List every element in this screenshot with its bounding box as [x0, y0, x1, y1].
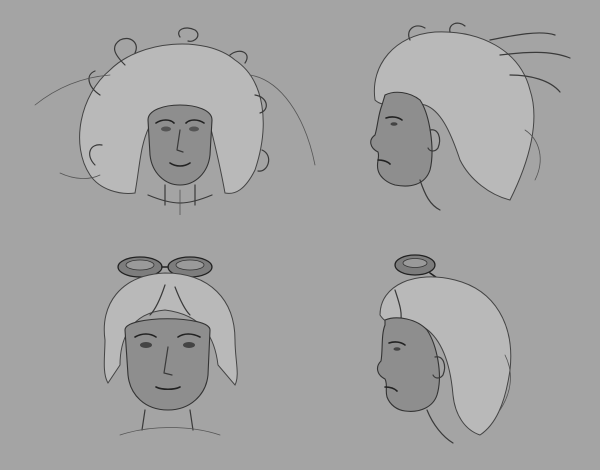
- face: [147, 104, 213, 215]
- sketch-curly-hair-profile: [350, 20, 580, 215]
- face-profile: [370, 91, 441, 211]
- face: [119, 318, 221, 436]
- sketch-curly-hair-front: [30, 25, 330, 215]
- sketch-goggles-profile: [355, 245, 535, 455]
- sketch-canvas: [0, 0, 600, 470]
- sketch-goggles-front: [90, 245, 260, 455]
